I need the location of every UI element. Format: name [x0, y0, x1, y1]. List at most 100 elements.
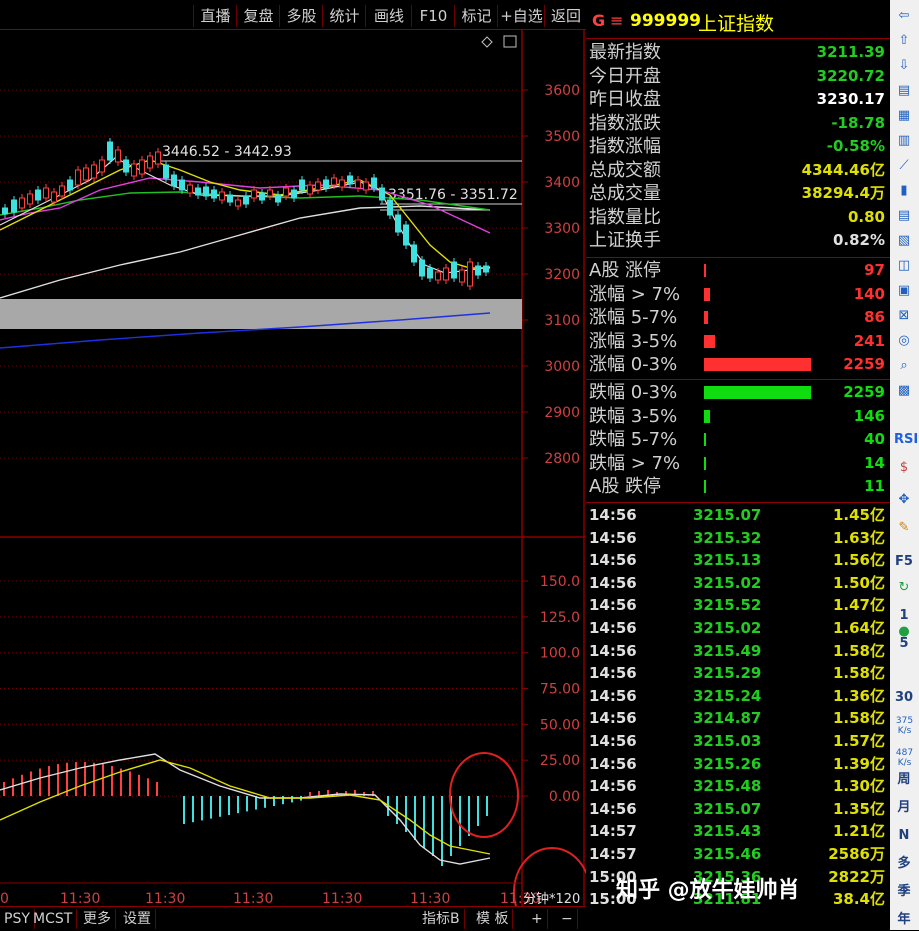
divider	[586, 257, 890, 258]
table-icon[interactable]: ▥	[894, 131, 914, 151]
toolbar-button-0[interactable]: 直播	[193, 5, 237, 27]
panel-icon[interactable]: ▧	[894, 231, 914, 251]
grid-icon[interactable]: ▩	[894, 381, 914, 401]
price-tick-label: 3000	[544, 359, 580, 375]
tick-time: 14:56	[589, 799, 637, 818]
quote-value: 3211.39	[816, 43, 885, 61]
indicator-tab[interactable]: 设置	[119, 909, 156, 929]
refresh-icon[interactable]: ↻	[894, 578, 914, 598]
move-icon[interactable]: ✥	[894, 490, 914, 510]
f12-icon[interactable]: ▣	[894, 281, 914, 301]
price-tick-label: 2900	[544, 405, 580, 421]
chart-toolbar: 直播 复盘 多股 统计 画线 F10 标记 +自选 返回	[0, 5, 586, 30]
bottom-right-button[interactable]: 指标B	[418, 909, 465, 929]
toolbar-button-6[interactable]: 标记	[454, 5, 498, 27]
breadth-label: 涨幅 > 7%	[589, 283, 681, 305]
side-label[interactable]: 周	[894, 770, 914, 790]
candle-body	[227, 194, 233, 203]
toolbar-button-3[interactable]: 统计	[322, 5, 366, 27]
side-label[interactable]: F5	[894, 552, 914, 572]
quote-value: 0.82%	[832, 231, 885, 249]
tick-time: 14:56	[589, 528, 637, 547]
breadth-bar	[704, 311, 709, 324]
tick-price: 3215.49	[693, 641, 762, 660]
indicator-tab[interactable]: 更多	[79, 909, 116, 929]
candle-body	[67, 179, 73, 191]
trend-icon[interactable]: ⟋	[894, 156, 914, 176]
time-tick-label: 11:30	[233, 891, 273, 906]
indicator-tick-label: 25.00	[540, 753, 580, 769]
side-label[interactable]: RSI	[894, 430, 918, 450]
list-icon[interactable]: ▤	[894, 81, 914, 101]
bottom-right-button[interactable]: +	[527, 909, 548, 929]
breadth-row: 跌幅 3-5% 146	[589, 405, 889, 428]
tick-time: 14:56	[589, 777, 637, 796]
menu-icon[interactable]: ≡	[610, 11, 623, 30]
search-icon[interactable]: ⌕	[894, 356, 914, 376]
quote-panel: G ≡ 999999 上证指数 最新指数 3211.39 今日开盘 3220.72 昨日…	[586, 6, 890, 930]
bars-icon[interactable]: ▮	[894, 181, 914, 201]
chart-icon[interactable]: ▤	[894, 206, 914, 226]
candle-body	[75, 169, 81, 186]
quote-value: 0.80	[847, 207, 885, 226]
side-label[interactable]: 30	[894, 688, 914, 708]
toolbar-button-5[interactable]: F10	[411, 5, 455, 27]
breadth-bar	[704, 358, 811, 371]
toolbar-button-2[interactable]: 多股	[279, 5, 323, 27]
side-label[interactable]: 季	[894, 882, 914, 902]
toolbar-button-7[interactable]: +自选	[497, 5, 545, 27]
time-tick-label: 11:30	[145, 891, 185, 906]
status-dot-icon[interactable]: ●	[894, 622, 914, 642]
candle-body	[435, 271, 441, 281]
quote-value: 3220.72	[816, 66, 885, 85]
candle-body	[131, 163, 137, 177]
bottom-right-button[interactable]: 模 板	[472, 909, 514, 929]
kline-chart[interactable]: 3600 3500 3400 3300 3200 3100 3000 2900 2800 150.…	[0, 30, 586, 906]
side-label[interactable]: 年	[894, 910, 914, 930]
breadth-bar	[704, 456, 706, 470]
candle-body	[403, 224, 409, 246]
toolbar-button-4[interactable]: 画线	[365, 5, 412, 27]
tick-row: 14:56 3215.07 1.45亿	[589, 504, 889, 527]
side-label[interactable]: 多	[894, 854, 914, 874]
quote-label: 昨日收盘	[589, 89, 661, 110]
time-tick-label: 11:30	[322, 891, 362, 906]
breadth-row: 跌幅 5-7% 40	[589, 428, 889, 451]
tick-time: 14:56	[589, 664, 637, 683]
candle-body	[443, 267, 449, 281]
down-icon[interactable]: ⇩	[894, 56, 914, 76]
back-icon[interactable]: ⇦	[894, 6, 914, 26]
candle-body	[355, 179, 361, 189]
side-label[interactable]: 月	[894, 798, 914, 818]
period-label: 分钟*120	[523, 891, 580, 906]
candle-body	[475, 265, 481, 276]
breadth-label: 跌幅 5-7%	[589, 429, 678, 450]
tick-price: 3215.48	[693, 777, 762, 796]
box-icon[interactable]: ⊠	[894, 306, 914, 326]
ring-icon[interactable]: ◎	[894, 331, 914, 351]
breadth-label: 涨幅 5-7%	[589, 307, 678, 328]
quote-row: 指数涨跌 -18.78	[589, 112, 889, 135]
split-icon[interactable]: ◫	[894, 256, 914, 276]
pencil-icon[interactable]: ✎	[894, 518, 914, 538]
tool-icon[interactable]: $	[894, 458, 914, 478]
candle-body	[107, 141, 113, 161]
toolbar-button-8[interactable]: 返回	[544, 5, 587, 27]
price-tick-label: 3200	[544, 267, 580, 283]
toolbar-button-1[interactable]: 复盘	[236, 5, 280, 27]
side-label[interactable]: N	[894, 826, 914, 846]
quote-value: -0.58%	[826, 137, 885, 155]
indicator-tab[interactable]: MCST	[29, 909, 78, 929]
candle-body	[259, 192, 265, 201]
stock-flag-icon[interactable]: G	[592, 11, 605, 30]
bottom-right-button[interactable]: −	[557, 909, 578, 929]
breadth-value: 146	[853, 406, 885, 425]
candle-body	[147, 155, 153, 169]
grid-icon[interactable]: ▦	[894, 106, 914, 126]
up-icon[interactable]: ⇧	[894, 31, 914, 51]
tick-vol: 1.47亿	[832, 596, 885, 615]
tick-row: 14:56 3215.03 1.57亿	[589, 730, 889, 753]
network-rate: 375 K/s	[895, 716, 914, 736]
candle-body	[483, 265, 489, 273]
tick-vol: 1.30亿	[832, 777, 885, 796]
